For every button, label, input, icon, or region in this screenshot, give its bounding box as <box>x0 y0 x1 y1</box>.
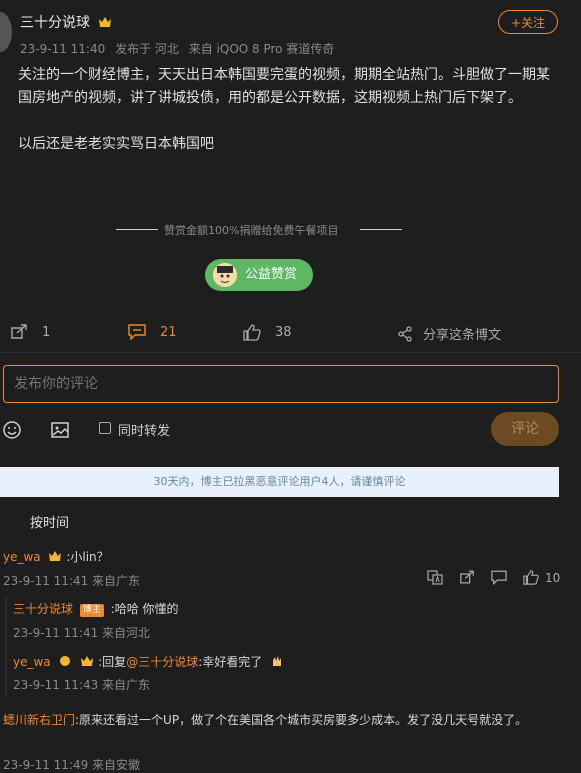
thumbs-up-icon <box>243 324 261 341</box>
comment-actions: 10 <box>427 570 560 585</box>
reply-prefix: :回复 <box>98 655 127 669</box>
sort-by-time[interactable]: 按时间 <box>30 512 69 531</box>
repost-icon[interactable] <box>459 570 475 585</box>
reply-icon[interactable] <box>491 570 507 585</box>
share-icon <box>398 325 412 342</box>
share-action[interactable]: 分享这条博文 <box>397 324 501 343</box>
reply-time: 23-9-11 11:43 来自广东 <box>13 678 151 692</box>
comment-user[interactable]: 蟋川新右卫门 <box>3 713 75 727</box>
reply-mention[interactable]: @三十分说球 <box>126 655 198 669</box>
section-divider <box>0 352 581 353</box>
author-badge: 博主 <box>79 604 104 617</box>
repost-action[interactable]: 1 <box>10 324 50 340</box>
crown-badge-icon <box>49 551 62 561</box>
reply-item: ye_wa :回复@三十分说球:幸好看完了 <box>13 653 284 670</box>
comment-item: ye_wa :小lin？ <box>3 548 109 565</box>
comment-user[interactable]: ye_wa <box>3 550 41 564</box>
post-author-name[interactable]: 三十分说球 <box>20 15 90 31</box>
post-paragraph: 关注的一个财经博主，天天出日本韩国要完蛋的视频，期期全站热门。斗胆做了一期某国房… <box>18 67 550 106</box>
comment-time: 23-9-11 11:41 来自广东 <box>3 574 141 588</box>
reply-time: 23-9-11 11:41 来自河北 <box>13 626 151 640</box>
blocked-users-notice: 30天内，博主已拉黑恶意评论用户4人，请谨慎评论 <box>0 467 559 497</box>
crown-badge-icon <box>81 656 94 666</box>
comment-input[interactable] <box>3 365 559 403</box>
reply-user[interactable]: 三十分说球 <box>13 602 73 616</box>
post-timestamp[interactable]: 23-9-11 11:40 <box>20 42 105 56</box>
comment-action[interactable]: 21 <box>128 324 177 340</box>
share-label: 分享这条博文 <box>423 328 502 343</box>
repost-icon <box>11 324 27 339</box>
comment-text: :原来还看过一个UP，做了个在美国各个城市买房要多少成本。发了没几天号就没了。 <box>75 713 528 727</box>
comment-item: 蟋川新右卫门:原来还看过一个UP，做了个在美国各个城市买房要多少成本。发了没几天… <box>3 710 555 731</box>
post-device: 来自 iQOO 8 Pro 赛道传奇 <box>188 42 335 56</box>
reply-text: :哈哈 你懂的 <box>110 602 179 616</box>
reward-button[interactable]: 公益赞赏 <box>205 259 313 291</box>
divider-line <box>116 229 158 230</box>
reply-item: 三十分说球 博主 :哈哈 你懂的 <box>13 600 179 617</box>
emoji-icon[interactable] <box>2 420 22 440</box>
comment-text: :小lin？ <box>66 550 109 564</box>
repost-count: 1 <box>42 324 51 340</box>
translate-icon[interactable] <box>427 570 443 585</box>
post-author[interactable]: 三十分说球 <box>20 12 112 32</box>
reward-avatar-icon <box>213 263 237 287</box>
like-action[interactable]: 38 <box>243 324 292 341</box>
repost-checkbox-label[interactable]: 同时转发 <box>118 420 170 439</box>
post-meta: 23-9-11 11:40 发布于 河北 来自 iQOO 8 Pro 赛道传奇 <box>20 40 340 57</box>
comment-icon <box>128 324 146 340</box>
repost-checkbox[interactable] <box>99 422 111 434</box>
reply-user[interactable]: ye_wa <box>13 655 51 669</box>
comment-count: 21 <box>160 324 177 340</box>
verified-badge-icon <box>60 656 71 666</box>
divider-line <box>360 229 402 230</box>
post-location: 发布于 河北 <box>115 42 179 56</box>
hand-gesture-icon <box>273 656 282 666</box>
post-body: 关注的一个财经博主，天天出日本韩国要完蛋的视频，期期全站热门。斗胆做了一期某国房… <box>18 64 563 179</box>
reward-button-label: 公益赞赏 <box>245 267 298 282</box>
post-paragraph: 以后还是老老实实骂日本韩国吧 <box>18 136 214 152</box>
comment-time: 23-9-11 11:49 来自安徽 <box>3 758 141 772</box>
image-icon[interactable] <box>50 420 70 440</box>
submit-comment-button[interactable]: 评论 <box>491 412 559 446</box>
reply-text: :幸好看完了 <box>198 655 263 669</box>
reply-thread-bar <box>5 597 7 697</box>
reward-notice: 赞赏金额100%捐赠给免费午餐项目 <box>164 224 339 237</box>
crown-badge-icon <box>99 17 112 27</box>
thumbs-up-icon[interactable] <box>523 570 539 585</box>
comment-like-count: 10 <box>545 570 561 585</box>
like-count: 38 <box>275 325 292 340</box>
author-avatar[interactable] <box>0 12 12 52</box>
follow-button[interactable]: +关注 <box>498 10 558 34</box>
